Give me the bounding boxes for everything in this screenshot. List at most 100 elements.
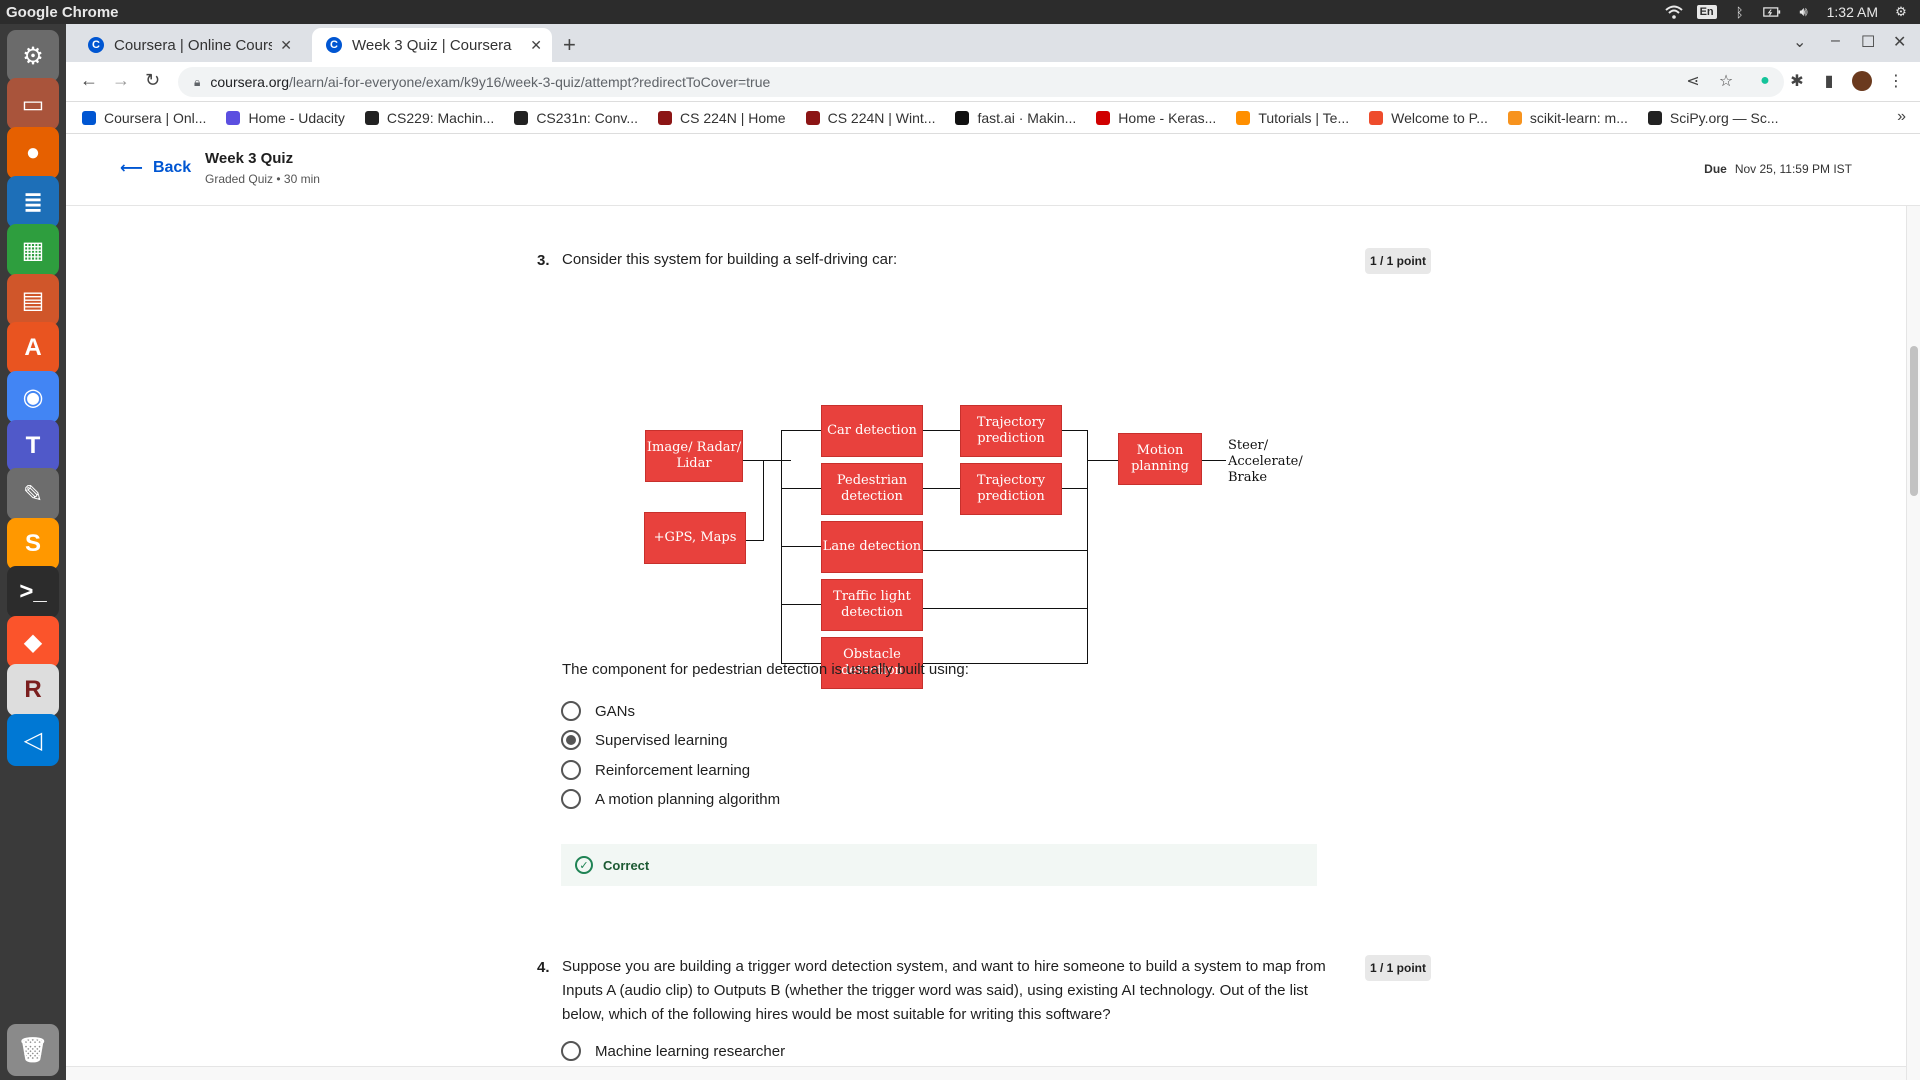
address-bar[interactable]: 🔒︎ coursera.org/learn/ai-for-everyone/ex… <box>178 67 1784 97</box>
bookmark-favicon-icon <box>1096 110 1111 125</box>
bookmark-label: SciPy.org — Sc... <box>1669 109 1779 126</box>
bookmark-item[interactable]: Tutorials | Te... <box>1236 110 1349 126</box>
reload-icon[interactable]: ↻ <box>145 70 160 91</box>
tab-title: Coursera | Online Courses <box>114 36 273 54</box>
battery-icon[interactable] <box>1762 3 1781 21</box>
vertical-scrollbar[interactable] <box>1906 206 1920 1080</box>
teams-icon[interactable]: T <box>7 420 59 472</box>
grammarly-extension-icon[interactable]: ● <box>1755 71 1775 91</box>
minimize-icon[interactable]: – <box>1831 32 1840 50</box>
option-label: A motion planning algorithm <box>595 790 781 808</box>
bookmark-item[interactable]: Coursera | Onl... <box>82 110 206 126</box>
bookmark-item[interactable]: CS229: Machin... <box>364 110 494 126</box>
bookmark-item[interactable]: SciPy.org — Sc... <box>1647 109 1779 126</box>
answer-option[interactable]: A motion planning algorithm <box>561 789 780 809</box>
quiz-title: Week 3 Quiz <box>205 150 294 167</box>
bookmark-item[interactable]: Home - Keras... <box>1096 110 1216 126</box>
calc-icon[interactable]: ▦ <box>7 224 59 276</box>
bookmark-label: Coursera | Onl... <box>104 109 207 126</box>
answer-option[interactable]: Machine learning researcher <box>561 1041 785 1061</box>
keyboard-layout-indicator[interactable]: En <box>1696 5 1717 19</box>
writer-icon[interactable]: ≣ <box>7 176 59 228</box>
settings-icon[interactable]: ⚙ <box>7 30 59 82</box>
diagram-box-lane-detection: Lane detection <box>821 521 923 573</box>
software-center-icon[interactable]: A <box>7 322 59 374</box>
bookmark-favicon-icon <box>1507 110 1522 125</box>
bookmark-item[interactable]: scikit-learn: m... <box>1507 110 1628 126</box>
url-path: /learn/ai-for-everyone/exam/k9y16/week-3… <box>288 74 771 90</box>
question-number: 3. <box>537 252 550 269</box>
bookmark-label: CS 224N | Home <box>680 109 786 126</box>
radio-button[interactable] <box>561 730 581 750</box>
system-menu-gear-icon[interactable]: ⚙ <box>1892 3 1910 21</box>
extensions-puzzle-icon[interactable]: ✱ <box>1787 71 1807 91</box>
radio-button[interactable] <box>561 760 581 780</box>
bookmarks-overflow-chevron-icon[interactable]: » <box>1897 108 1906 126</box>
tab-coursera-home[interactable]: C Coursera | Online Courses ✕ <box>74 28 302 62</box>
bookmark-item[interactable]: CS 224N | Wint... <box>805 110 935 126</box>
profile-avatar[interactable] <box>1852 71 1872 91</box>
clock[interactable]: 1:32 AM <box>1827 4 1878 20</box>
feedback-label: Correct <box>603 857 650 873</box>
bookmark-favicon-icon <box>1647 110 1662 125</box>
bookmark-favicon-icon <box>226 110 241 125</box>
bluetooth-icon[interactable]: ᛒ <box>1731 3 1749 21</box>
question-text: Suppose you are building a trigger word … <box>562 958 1326 1023</box>
question-text: Consider this system for building a self… <box>562 251 898 268</box>
new-tab-plus-icon[interactable]: + <box>563 32 576 58</box>
bookmark-item[interactable]: Welcome to P... <box>1369 110 1488 126</box>
text-editor-icon[interactable]: ✎ <box>7 468 59 520</box>
back-arrow-icon[interactable]: ← <box>80 70 98 91</box>
wifi-icon[interactable] <box>1664 3 1683 21</box>
lock-icon[interactable]: 🔒︎ <box>194 75 200 90</box>
volume-icon[interactable]: 🔊︎ <box>1795 3 1813 21</box>
answer-option[interactable]: GANs <box>561 701 635 721</box>
diagram-box-trajectory-prediction: Trajectory prediction <box>960 463 1062 515</box>
close-window-icon[interactable]: ✕ <box>1893 32 1906 52</box>
bookmark-item[interactable]: fast.ai · Makin... <box>955 110 1076 126</box>
side-panel-icon[interactable]: ▮ <box>1819 71 1839 91</box>
tab-close-icon[interactable]: ✕ <box>530 37 542 54</box>
quiz-header: ⟵ Back Week 3 Quiz Graded Quiz • 30 min … <box>66 134 1920 206</box>
bookmarks-bar: Coursera | Onl... Home - Udacity CS229: Ma… <box>66 102 1920 134</box>
answer-option[interactable]: Supervised learning <box>561 730 728 750</box>
due-value: Nov 25, 11:59 PM IST <box>1734 162 1852 176</box>
vscode-icon[interactable]: ◁ <box>7 714 59 766</box>
chrome-menu-kebab-icon[interactable]: ⋮ <box>1886 71 1906 91</box>
tab-search-chevron-icon[interactable]: ⌄ <box>1793 32 1806 52</box>
option-label: GANs <box>595 702 636 720</box>
bookmark-item[interactable]: CS231n: Conv... <box>514 110 638 126</box>
forward-arrow-icon[interactable]: → <box>112 70 130 91</box>
diagram-connector <box>1087 460 1118 461</box>
bookmark-favicon-icon <box>955 110 970 125</box>
terminal-icon[interactable]: >_ <box>7 566 59 618</box>
tab-close-icon[interactable]: ✕ <box>280 37 292 54</box>
share-icon[interactable]: ⋖ <box>1683 71 1703 91</box>
rstudio-icon[interactable]: R <box>7 664 59 716</box>
radio-button[interactable] <box>561 1041 581 1061</box>
diagram-connector <box>1062 430 1088 431</box>
bookmark-item[interactable]: Home - Udacity <box>226 110 345 126</box>
tab-week3-quiz[interactable]: C Week 3 Quiz | Coursera ✕ <box>312 28 552 62</box>
chrome-icon[interactable]: ◉ <box>7 371 59 423</box>
sublime-icon[interactable]: S <box>7 518 59 570</box>
horizontal-scrollbar[interactable] <box>66 1066 1906 1080</box>
bookmark-star-icon[interactable]: ☆ <box>1716 71 1736 91</box>
radio-button[interactable] <box>561 789 581 809</box>
diagram-connector <box>923 550 1088 551</box>
diagram-connector <box>743 460 791 461</box>
check-circle-icon: ✓ <box>575 856 593 874</box>
bookmark-item[interactable]: CS 224N | Home <box>658 110 786 126</box>
radio-button[interactable] <box>561 701 581 721</box>
firefox-icon[interactable]: ● <box>7 127 59 179</box>
back-button[interactable]: ⟵ Back <box>120 158 191 178</box>
impress-icon[interactable]: ▤ <box>7 274 59 326</box>
diagram-connector <box>781 430 782 664</box>
trash-icon[interactable]: 🗑︎ <box>7 1024 59 1076</box>
scrollbar-thumb[interactable] <box>1910 346 1918 496</box>
brave-icon[interactable]: ◆ <box>7 616 59 668</box>
maximize-icon[interactable]: ☐ <box>1861 32 1875 52</box>
answer-option[interactable]: Reinforcement learning <box>561 760 750 780</box>
question-number: 4. <box>537 959 550 976</box>
files-icon[interactable]: ▭ <box>7 78 59 130</box>
